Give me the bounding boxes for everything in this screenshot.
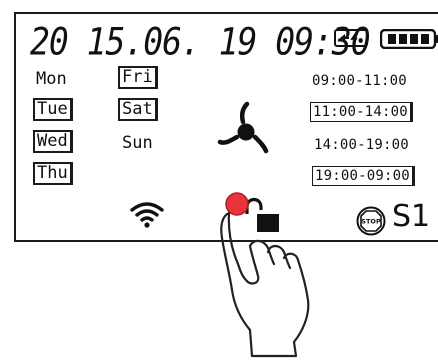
day-sat: Sat: [118, 98, 158, 121]
time-slot-3: 14:00-19:00: [314, 137, 409, 153]
day-sun: Sun: [122, 133, 153, 153]
thermostat-illustration: 20 15.06. 19 09:30 Mon Fri Tue Sat Wed S…: [0, 0, 438, 362]
battery-charge-icon: [334, 29, 368, 47]
wifi-icon: [130, 202, 164, 228]
pointing-hand-icon: [220, 192, 310, 358]
day-fri: Fri: [118, 66, 158, 89]
time-slot-2: 11:00-14:00: [310, 102, 413, 122]
time-slot-4: 19:00-09:00: [312, 166, 415, 186]
time-slot-1: 09:00-11:00: [312, 73, 407, 89]
stop-sign-text: STOP: [361, 218, 381, 226]
mode-label: S1: [392, 199, 431, 234]
stop-sign-icon: STOP: [356, 206, 386, 236]
battery-full-icon: [380, 29, 438, 49]
fan-icon: [217, 101, 269, 154]
day-mon: Mon: [36, 69, 67, 89]
date-time-readout: 20 15.06. 19 09:30: [30, 20, 371, 64]
day-wed: Wed: [33, 130, 73, 153]
day-tue: Tue: [33, 98, 73, 121]
touch-point-marker: [225, 192, 249, 216]
day-thu: Thu: [33, 162, 73, 185]
